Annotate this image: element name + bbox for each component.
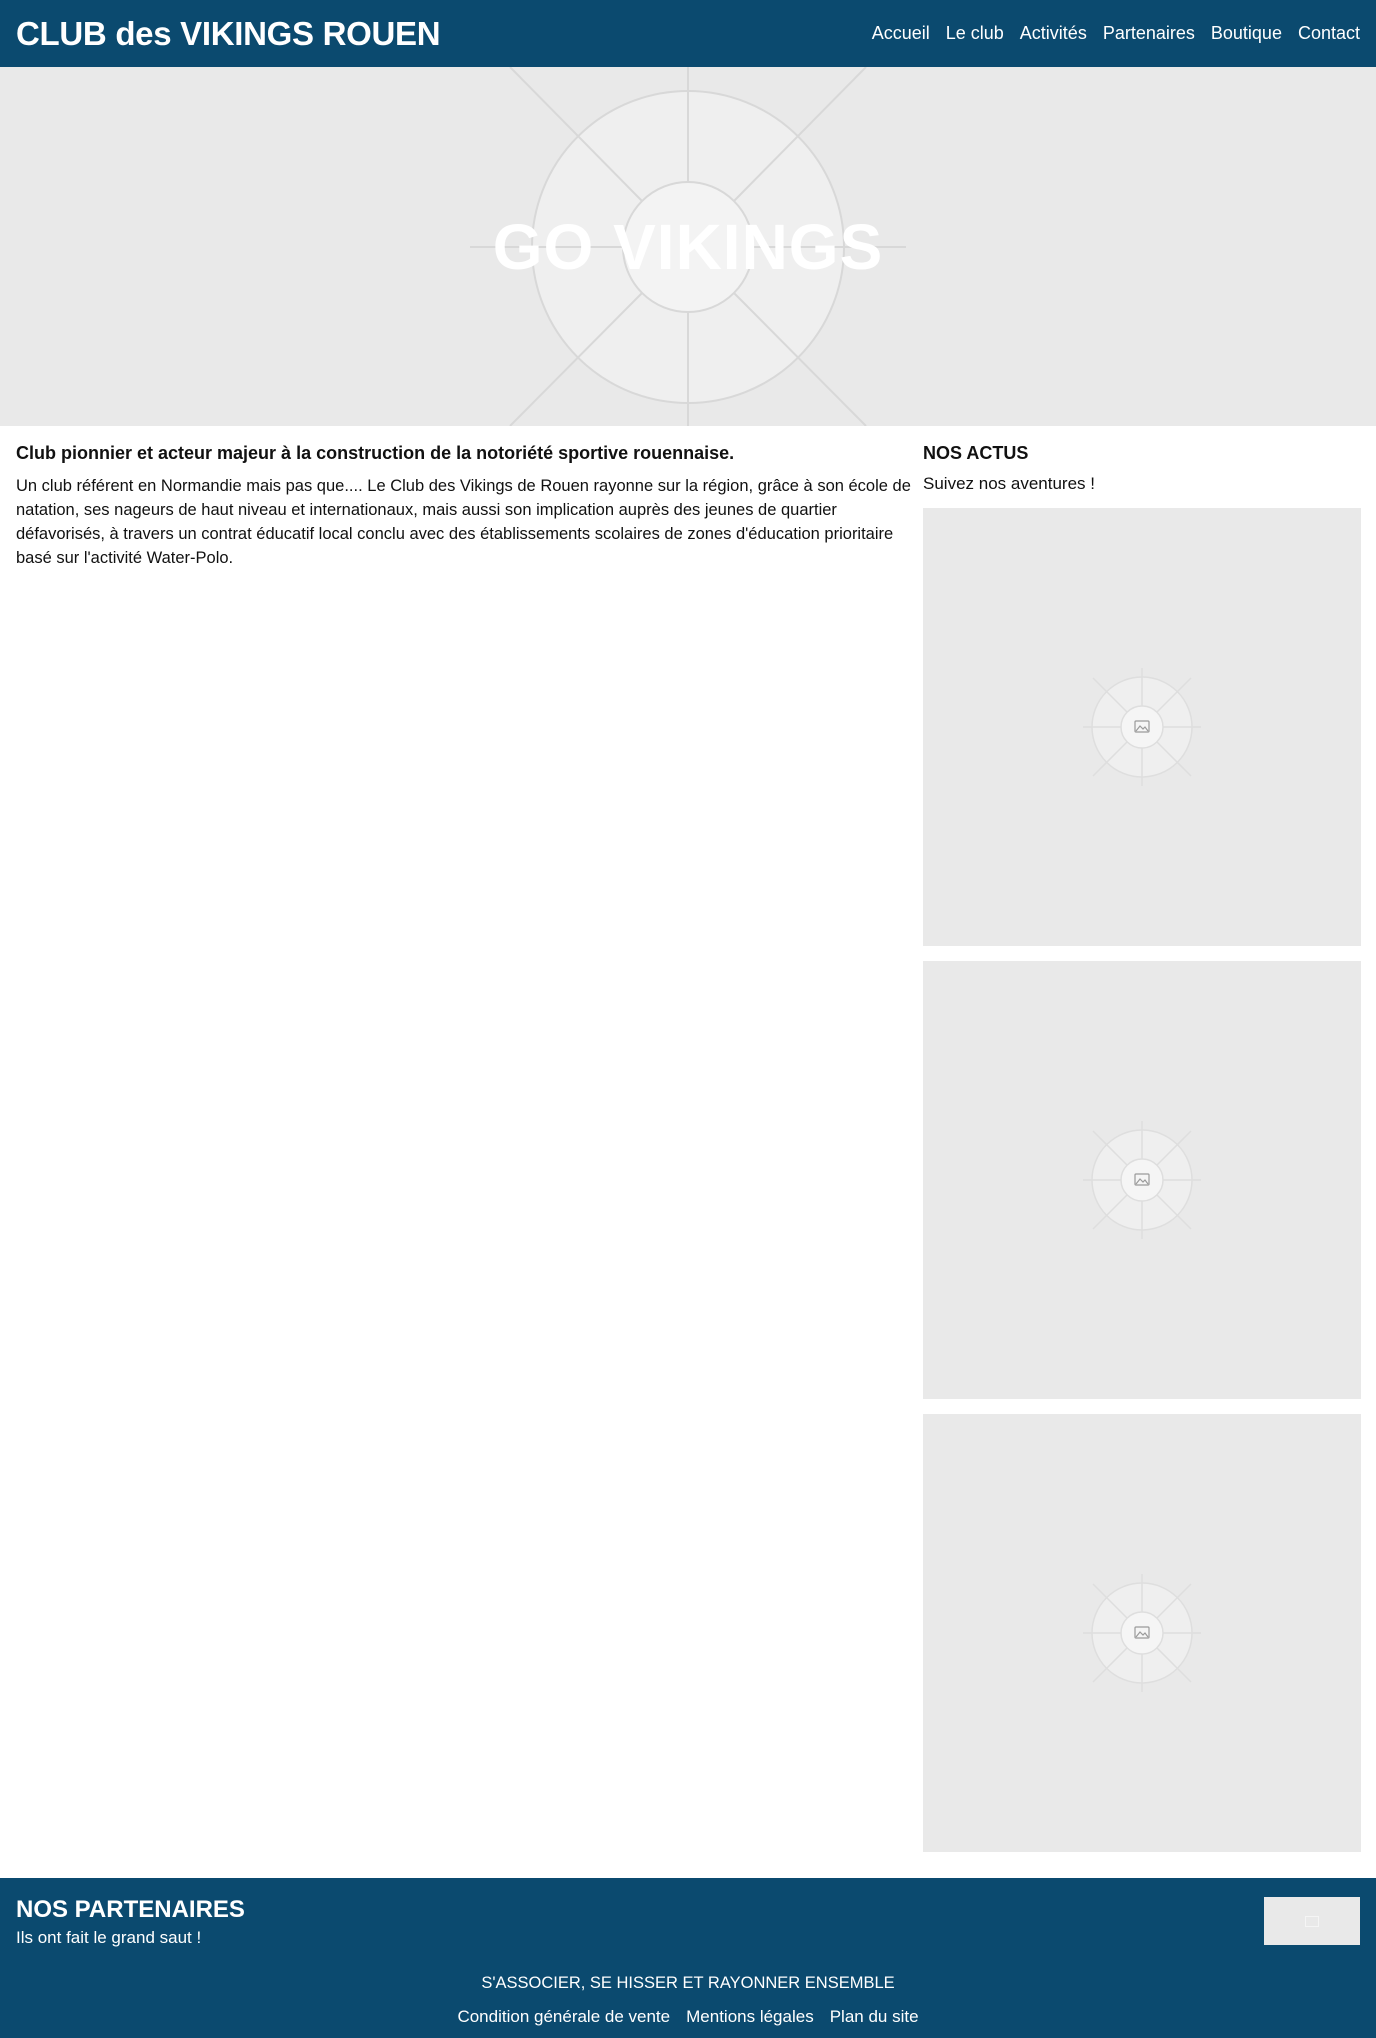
news-card-1[interactable] bbox=[923, 508, 1361, 946]
image-placeholder-icon bbox=[1083, 668, 1201, 786]
partners-title: NOS PARTENAIRES bbox=[16, 1896, 245, 1923]
nav-activites[interactable]: Activités bbox=[1020, 23, 1087, 44]
news-sidebar: NOS ACTUS Suivez nos aventures ! bbox=[923, 443, 1361, 1867]
main-nav: Accueil Le club Activités Partenaires Bo… bbox=[872, 23, 1360, 44]
hero-banner: GO VIKINGS bbox=[0, 67, 1376, 426]
image-placeholder-icon bbox=[1083, 1121, 1201, 1239]
image-placeholder-icon bbox=[1083, 1574, 1201, 1692]
news-heading: NOS ACTUS bbox=[923, 443, 1029, 463]
nav-partenaires[interactable]: Partenaires bbox=[1103, 23, 1195, 44]
intro-body: Un club référent en Normandie mais pas q… bbox=[16, 477, 911, 567]
nav-accueil[interactable]: Accueil bbox=[872, 23, 930, 44]
partner-logo[interactable] bbox=[1264, 1897, 1360, 1945]
nav-le-club[interactable]: Le club bbox=[946, 23, 1004, 44]
footer-link-cgv[interactable]: Condition générale de vente bbox=[457, 2007, 670, 2027]
news-card-2[interactable] bbox=[923, 961, 1361, 1399]
nav-contact[interactable]: Contact bbox=[1298, 23, 1360, 44]
site-footer: NOS PARTENAIRES Ils ont fait le grand sa… bbox=[0, 1878, 1376, 2038]
hero-image-placeholder bbox=[470, 67, 906, 426]
footer-links: Condition générale de vente Mentions lég… bbox=[0, 2007, 1376, 2027]
site-header: CLUB des VIKINGS ROUEN Accueil Le club A… bbox=[0, 0, 1376, 67]
site-brand[interactable]: CLUB des VIKINGS ROUEN bbox=[16, 15, 441, 53]
intro-heading: Club pionnier et acteur majeur à la cons… bbox=[16, 443, 735, 463]
partners-subtitle: Ils ont fait le grand saut ! bbox=[16, 1928, 202, 1947]
news-card-3[interactable] bbox=[923, 1414, 1361, 1852]
nav-boutique[interactable]: Boutique bbox=[1211, 23, 1282, 44]
image-placeholder-icon bbox=[1305, 1915, 1319, 1927]
footer-link-plan[interactable]: Plan du site bbox=[830, 2007, 919, 2027]
image-placeholder-icon bbox=[676, 235, 700, 259]
footer-link-mentions[interactable]: Mentions légales bbox=[686, 2007, 814, 2027]
footer-tagline: S'ASSOCIER, SE HISSER ET RAYONNER ENSEMB… bbox=[481, 1974, 895, 1992]
intro-section: Club pionnier et acteur majeur à la cons… bbox=[16, 443, 916, 570]
news-subtitle: Suivez nos aventures ! bbox=[923, 474, 1095, 493]
